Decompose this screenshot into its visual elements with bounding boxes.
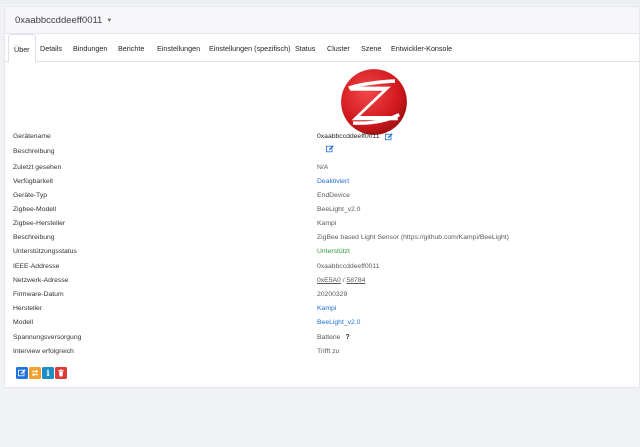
label: Modell — [13, 319, 34, 326]
label: Zuletzt gesehen — [13, 164, 62, 171]
value: EndDevice — [317, 192, 350, 199]
row-device-name: Gerätename 0xaabbccddeeff0011 — [5, 130, 639, 144]
label: Netzwerk-Adresse — [13, 277, 69, 284]
chevron-down-icon: ▼ — [106, 17, 113, 24]
label: Verfügbarkeit — [13, 178, 54, 185]
row-zigbee-model: Zigbee-Modell BeeLight_v2.0 — [5, 203, 639, 217]
info-button[interactable]: i — [42, 367, 54, 379]
label: Spannungsversorgung — [13, 334, 82, 341]
row-ieee-address: IEEE-Addresse 0xaabbccddeeff0011 — [5, 260, 639, 274]
label: Gerätename — [13, 133, 51, 140]
edit-icon[interactable] — [326, 145, 334, 153]
tab-bindungen[interactable]: Bindungen — [73, 34, 107, 62]
power-source-value: Batterie — [317, 334, 341, 341]
label: Geräte-Typ — [13, 192, 47, 199]
row-model: Modell BeeLight_v2.0 — [5, 316, 639, 330]
row-interview: Interview erfolgreich Trifft zu — [5, 345, 639, 359]
edit-button[interactable] — [16, 367, 28, 379]
zigbee-logo — [341, 69, 407, 135]
row-zigbee-manufacturer: Zigbee-Hersteller Kampi — [5, 217, 639, 231]
label: IEEE-Addresse — [13, 263, 60, 270]
row-availability: Verfügbarkeit Deaktiviert — [5, 175, 639, 189]
question-icon[interactable]: ? — [345, 331, 349, 345]
value: Trifft zu — [317, 348, 340, 355]
row-description: Beschreibung — [5, 145, 639, 159]
device-card: 0xaabbccddeeff0011 ▼ Über Details Bindun… — [4, 6, 640, 388]
top-strip — [0, 0, 640, 4]
support-status-value: Unterstützt — [317, 248, 350, 255]
manufacturer-link[interactable]: Kampi — [317, 302, 336, 316]
label: Firmware-Datum — [13, 291, 64, 298]
value: 0xaabbccddeeff0011 — [317, 130, 393, 144]
tab-entwickler-konsole[interactable]: Entwickler-Konsole — [391, 34, 452, 62]
value — [321, 145, 334, 153]
row-manufacturer: Hersteller Kampi — [5, 302, 639, 316]
tab-cluster[interactable]: Cluster — [327, 34, 350, 62]
device-name-value: 0xaabbccddeeff0011 — [317, 133, 380, 140]
row-last-seen: Zuletzt gesehen N/A — [5, 161, 639, 175]
row-network-address: Netzwerk-Adresse 0xE5A0 / 58784 — [5, 274, 639, 288]
label: Interview erfolgreich — [13, 348, 74, 355]
edit-icon[interactable] — [384, 133, 393, 141]
tab-einstellungen[interactable]: Einstellungen — [157, 34, 200, 62]
value: N/A — [317, 164, 329, 171]
tab-ueber[interactable]: Über — [8, 34, 36, 63]
model-link[interactable]: BeeLight_v2.0 — [317, 316, 360, 330]
swap-icon — [31, 369, 39, 377]
tab-szene[interactable]: Szene — [361, 34, 381, 62]
device-name: 0xaabbccddeeff0011 — [15, 15, 103, 26]
network-address-dec[interactable]: 58784 — [346, 274, 365, 288]
card-header: 0xaabbccddeeff0011 ▼ — [5, 7, 639, 34]
value: Batterie ? — [317, 331, 350, 345]
value: BeeLight_v2.0 — [317, 206, 361, 213]
row-support-status: Unterstützungsstatus Unterstützt — [5, 245, 639, 259]
label: Zigbee-Modell — [13, 206, 57, 213]
value: 20200329 — [317, 291, 348, 298]
row-description-text: Beschreibung ZigBee based Light Sensor (… — [5, 231, 639, 245]
tab-status[interactable]: Status — [295, 34, 315, 62]
delete-button[interactable] — [55, 367, 67, 379]
row-device-type: Geräte-Typ EndDevice — [5, 189, 639, 203]
tab-bar: Über Details Bindungen Berichte Einstell… — [5, 34, 639, 63]
value: 0xE5A0 / 58784 — [317, 274, 365, 288]
edit-icon — [18, 369, 26, 377]
availability-link[interactable]: Deaktiviert — [317, 175, 349, 189]
value: 0xaabbccddeeff0011 — [317, 263, 380, 270]
row-firmware-date: Firmware-Datum 20200329 — [5, 288, 639, 302]
network-address-hex[interactable]: 0xE5A0 — [317, 274, 341, 288]
device-selector[interactable]: 0xaabbccddeeff0011 ▼ — [15, 15, 112, 26]
swap-button[interactable] — [29, 367, 41, 379]
trash-icon — [58, 369, 64, 377]
value: ZigBee based Light Sensor (https://githu… — [317, 234, 509, 241]
info-icon: i — [46, 368, 50, 378]
label: Unterstützungsstatus — [13, 248, 77, 255]
label: Hersteller — [13, 305, 43, 312]
tab-details[interactable]: Details — [40, 34, 62, 62]
action-buttons: i — [16, 367, 67, 379]
label: Zigbee-Hersteller — [13, 220, 66, 227]
tab-berichte[interactable]: Berichte — [118, 34, 144, 62]
label: Beschreibung — [13, 148, 55, 155]
row-power-source: Spannungsversorgung Batterie ? — [5, 331, 639, 345]
value: Kampi — [317, 220, 337, 227]
tab-einstellungen-spezifisch[interactable]: Einstellungen (spezifisch) — [209, 34, 291, 62]
label: Beschreibung — [13, 234, 55, 241]
